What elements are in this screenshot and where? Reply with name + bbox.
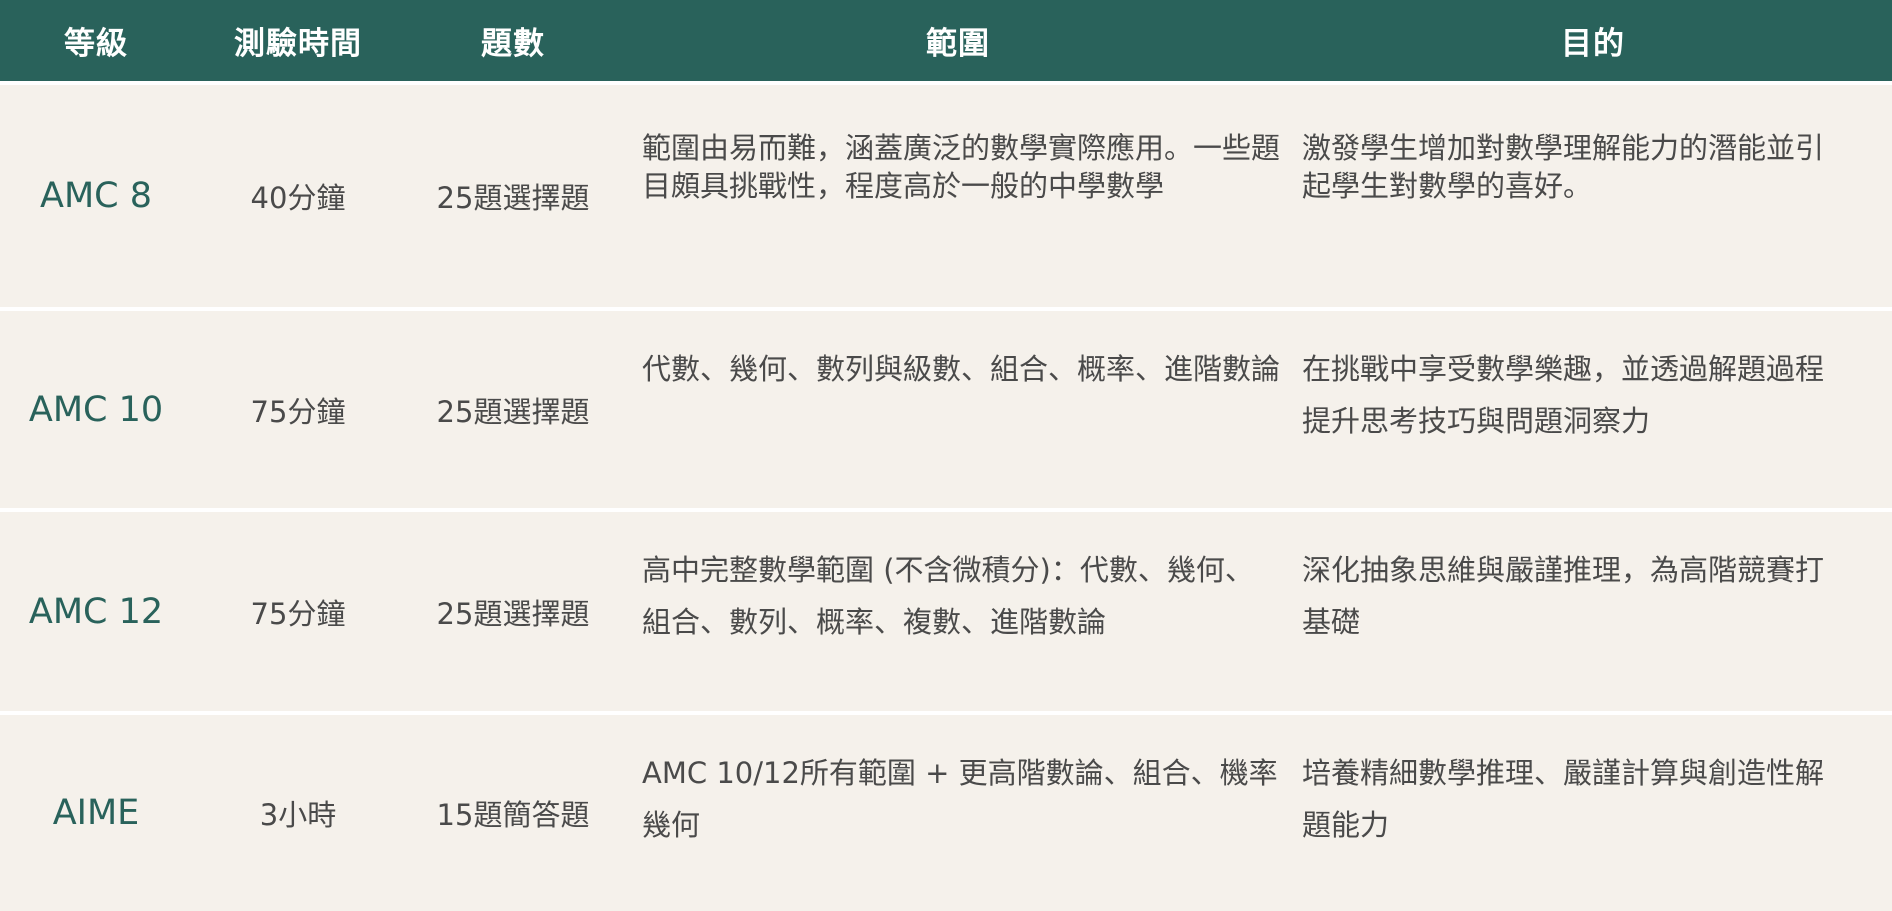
table-row: AMC 10 75分鐘 25題選擇題 代數、幾何、數列與級數、組合、概率、進階數… — [0, 307, 1892, 508]
table-header-row: 等級 測驗時間 題數 範圍 目的 — [0, 0, 1892, 81]
time-cell: 75分鐘 — [192, 508, 404, 711]
table-row: AIME 3小時 15題簡答題 AMC 10/12所有範圍 + 更高階數論、組合… — [0, 711, 1892, 911]
header-time: 測驗時間 — [192, 0, 404, 81]
level-cell: AIME — [0, 711, 192, 911]
count-cell: 25題選擇題 — [404, 307, 622, 508]
level-cell: AMC 8 — [0, 81, 192, 307]
level-cell: AMC 10 — [0, 307, 192, 508]
scope-cell: AMC 10/12所有範圍 + 更高階數論、組合、機率幾何 — [622, 711, 1294, 911]
header-goal: 目的 — [1294, 0, 1892, 81]
level-cell: AMC 12 — [0, 508, 192, 711]
goal-cell: 培養精細數學推理、嚴謹計算與創造性解題能力 — [1294, 711, 1892, 911]
scope-cell: 高中完整數學範圍 (不含微積分)：代數、幾何、組合、數列、概率、複數、進階數論 — [622, 508, 1294, 711]
time-cell: 75分鐘 — [192, 307, 404, 508]
table-row: AMC 12 75分鐘 25題選擇題 高中完整數學範圍 (不含微積分)：代數、幾… — [0, 508, 1892, 711]
header-count: 題數 — [404, 0, 622, 81]
table-row: AMC 8 40分鐘 25題選擇題 範圍由易而難，涵蓋廣泛的數學實際應用。一些題… — [0, 81, 1892, 307]
scope-cell: 範圍由易而難，涵蓋廣泛的數學實際應用。一些題目頗具挑戰性，程度高於一般的中學數學 — [622, 81, 1294, 307]
goal-cell: 在挑戰中享受數學樂趣，並透過解題過程提升思考技巧與問題洞察力 — [1294, 307, 1892, 508]
count-cell: 25題選擇題 — [404, 508, 622, 711]
time-cell: 40分鐘 — [192, 81, 404, 307]
scope-cell: 代數、幾何、數列與級數、組合、概率、進階數論 — [622, 307, 1294, 508]
header-scope: 範圍 — [622, 0, 1294, 81]
header-level: 等級 — [0, 0, 192, 81]
count-cell: 15題簡答題 — [404, 711, 622, 911]
count-cell: 25題選擇題 — [404, 81, 622, 307]
goal-cell: 激發學生增加對數學理解能力的潛能並引起學生對數學的喜好。 — [1294, 81, 1892, 307]
time-cell: 3小時 — [192, 711, 404, 911]
goal-cell: 深化抽象思維與嚴謹推理，為高階競賽打基礎 — [1294, 508, 1892, 711]
competition-table: 等級 測驗時間 題數 範圍 目的 AMC 8 40分鐘 25題選擇題 範圍由易而… — [0, 0, 1892, 911]
